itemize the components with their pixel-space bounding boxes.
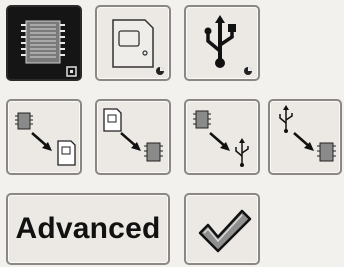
chip-to-sd-button[interactable] bbox=[6, 99, 82, 175]
chip-icon bbox=[21, 20, 77, 77]
chip-source-button[interactable] bbox=[6, 5, 82, 81]
device-screen: Advanced bbox=[0, 0, 344, 267]
checkmark-icon bbox=[198, 209, 252, 253]
usb-to-chip-icon bbox=[279, 105, 336, 162]
chip-to-usb-button[interactable] bbox=[184, 99, 260, 175]
usb-to-chip-button[interactable] bbox=[268, 99, 342, 175]
sd-to-chip-button[interactable] bbox=[95, 99, 171, 175]
sd-card-source-button[interactable] bbox=[95, 5, 171, 81]
usb-icon bbox=[204, 15, 252, 75]
advanced-button[interactable]: Advanced bbox=[6, 193, 170, 265]
sd-to-chip-icon bbox=[103, 108, 163, 162]
sd-card-icon bbox=[112, 19, 164, 75]
confirm-button[interactable] bbox=[184, 193, 260, 265]
options-badge-icon bbox=[66, 66, 77, 77]
chip-to-sd-icon bbox=[15, 112, 76, 166]
chip-to-usb-icon bbox=[193, 110, 249, 167]
advanced-button-label: Advanced bbox=[15, 212, 161, 245]
usb-source-button[interactable] bbox=[184, 5, 260, 81]
